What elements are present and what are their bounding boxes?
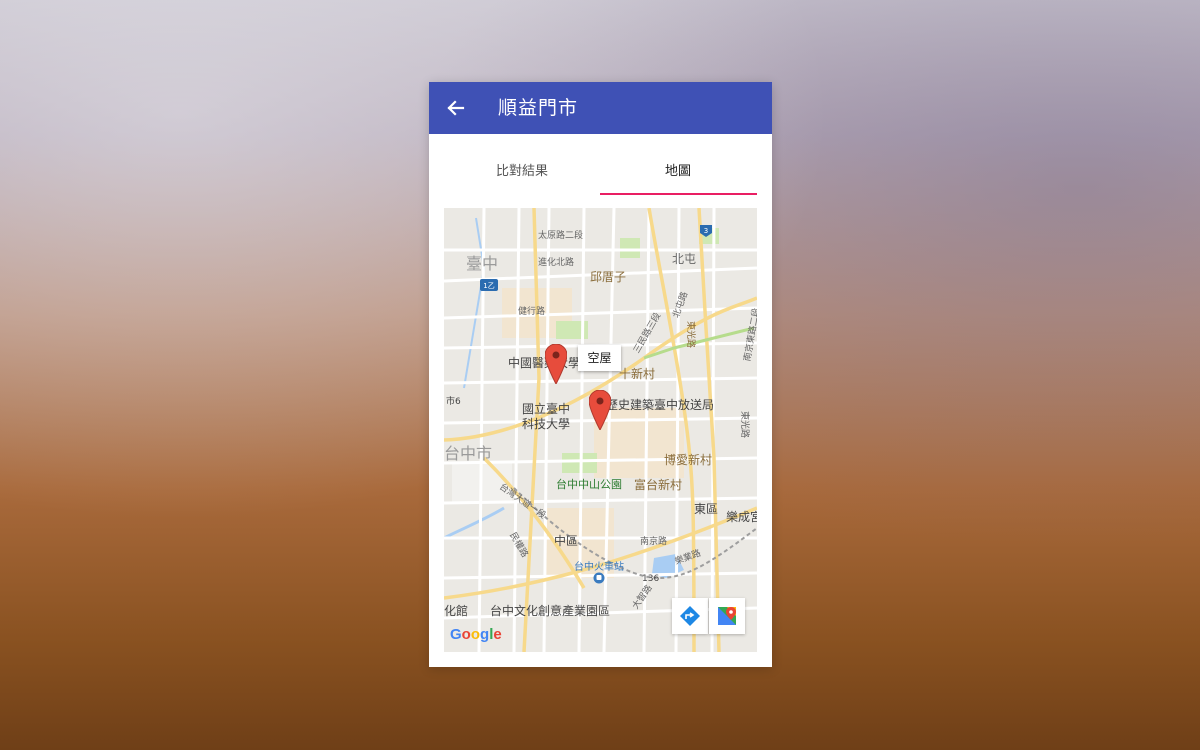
phone-screen: 順益門市 比對結果 地圖 3 1乙 市6 136 臺中 台中市 邱厝子 北屯 十… (429, 82, 772, 667)
road-label-dongguang-2: 東光路 (685, 320, 696, 349)
google-maps-icon (718, 607, 736, 625)
open-in-maps-button[interactable] (709, 598, 745, 634)
map-label-taichung-city: 台中市 (444, 444, 493, 463)
back-button[interactable] (441, 94, 469, 122)
map-label-train-station: 台中火車站 (574, 562, 624, 573)
map-label-cmu: 中國醫藥大學 (508, 356, 581, 370)
road-label-dongguang: 東光路 (739, 410, 750, 439)
google-attribution: Google (450, 626, 502, 643)
map-label-east-district: 東區 (694, 502, 719, 516)
svg-text:3: 3 (704, 227, 708, 235)
map-label-taichung: 臺中 (466, 254, 499, 273)
route-badge-3-icon: 3 (700, 225, 712, 237)
page-title: 順益門市 (498, 97, 579, 119)
train-station-icon (593, 572, 605, 584)
map-label-zhongshan-park: 台中中山公園 (556, 478, 622, 491)
map-marker-1[interactable] (545, 344, 567, 384)
map-label-nutc-2: 科技大學 (522, 417, 571, 431)
map-label-museum-partial: 化館 (444, 604, 469, 618)
map-label-broadcast-bureau: 歷史建築臺中放送局 (606, 398, 715, 412)
route-badge-1b-icon: 1乙 (480, 279, 498, 291)
map-label-beitun: 北屯 (672, 252, 697, 266)
tab-bar: 比對結果 地圖 (444, 152, 757, 196)
map-label-shixincun: 十新村 (619, 367, 656, 381)
road-label-taiyuan: 太原路二段 (538, 231, 584, 241)
map-label-central-district: 中區 (554, 534, 579, 548)
tab-indicator (600, 193, 757, 195)
directions-icon (680, 606, 700, 626)
app-bar: 順益門市 (429, 82, 772, 134)
map-label-cultural-park: 台中文化創意產業園區 (490, 604, 611, 618)
map-label-qiucuozi: 邱厝子 (590, 270, 627, 284)
marker-info-window[interactable]: 空屋 (578, 345, 621, 371)
tab-compare-results[interactable]: 比對結果 (444, 152, 600, 196)
arrow-back-icon (447, 100, 465, 116)
map-view[interactable]: 3 1乙 市6 136 臺中 台中市 邱厝子 北屯 十新村 博愛新村 富台新村 … (444, 208, 757, 652)
road-label-jinhua-north: 進化北路 (538, 258, 575, 268)
map-label-boaixincun: 博愛新村 (664, 453, 713, 467)
directions-button[interactable] (672, 598, 708, 634)
road-label-nanjing: 南京路 (640, 537, 668, 547)
map-label-futaixincun: 富台新村 (634, 478, 683, 492)
road-label-jianxing: 健行路 (518, 307, 546, 317)
map-label-lecheng-temple: 樂成宮 (726, 510, 757, 524)
map-marker-2[interactable] (589, 390, 611, 430)
route-label-city6: 市6 (446, 397, 461, 407)
svg-text:1乙: 1乙 (483, 282, 494, 290)
tab-map[interactable]: 地圖 (600, 152, 756, 196)
